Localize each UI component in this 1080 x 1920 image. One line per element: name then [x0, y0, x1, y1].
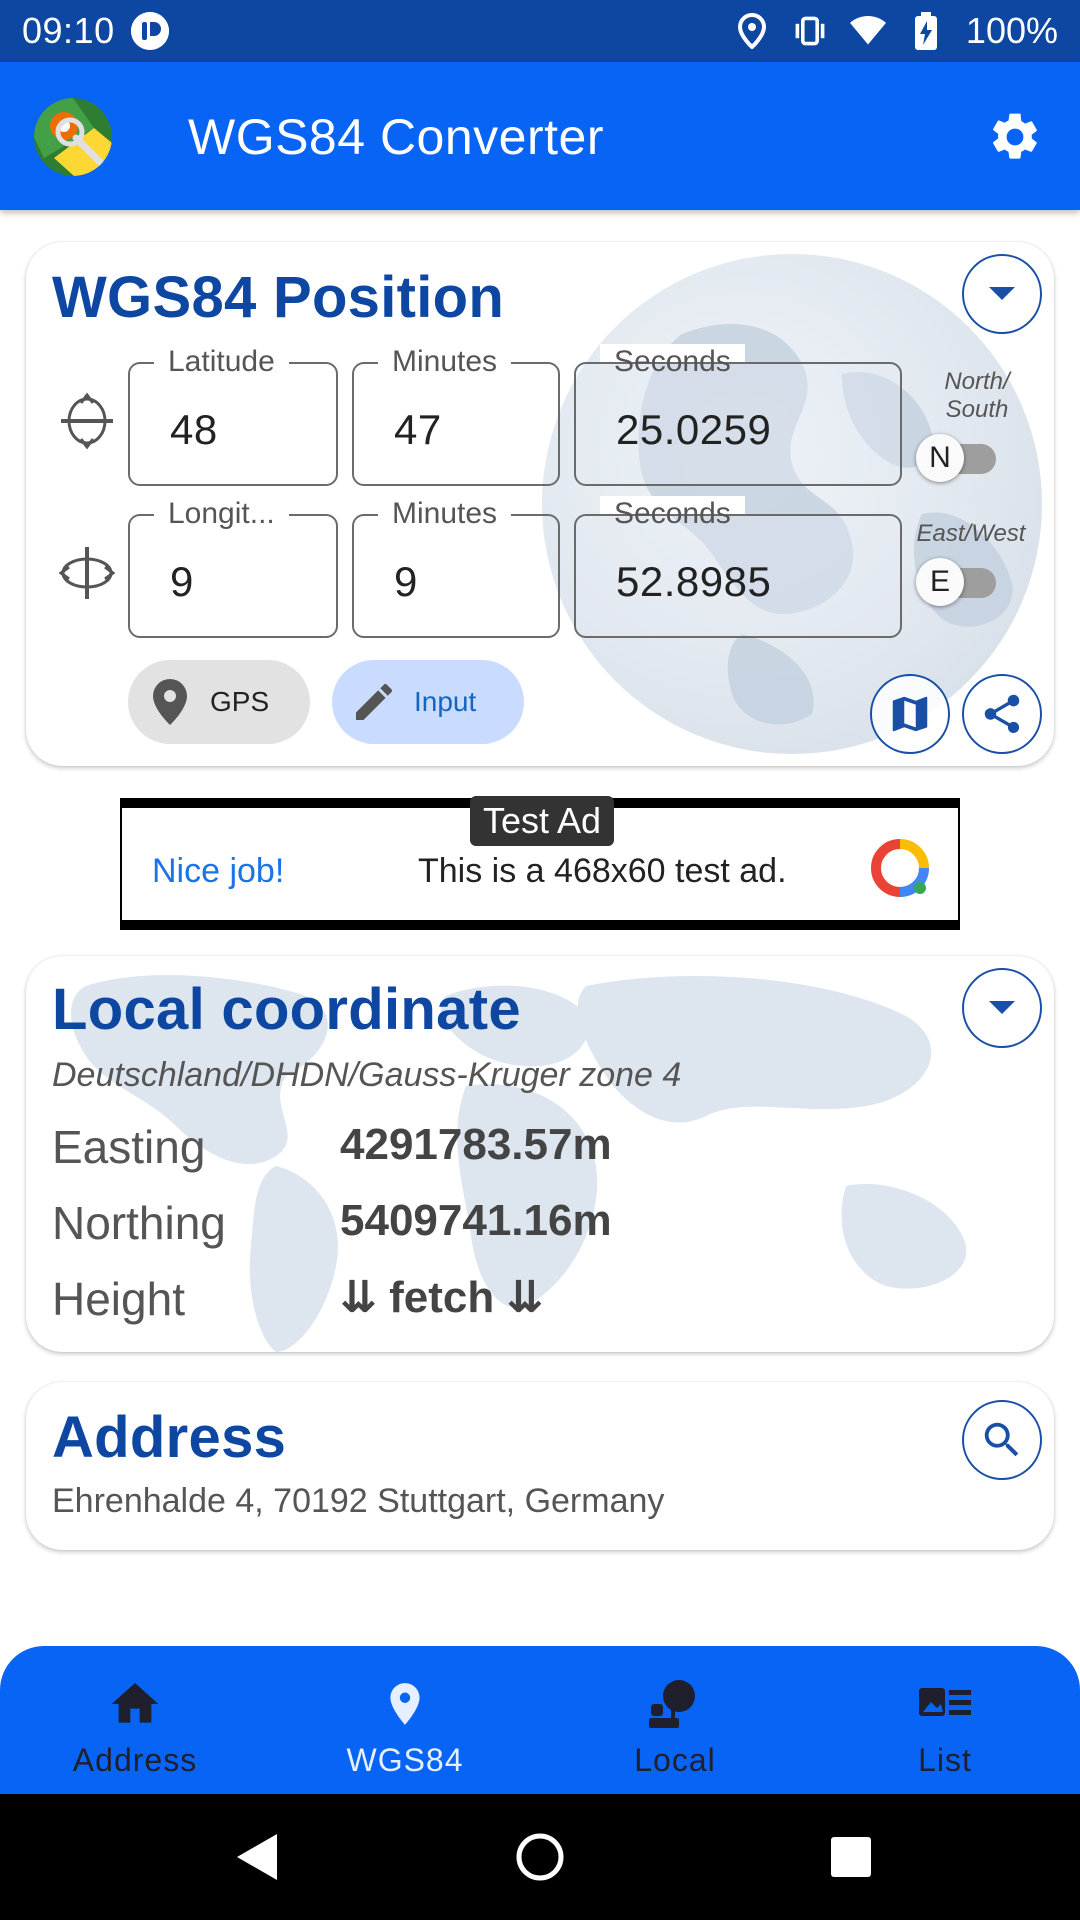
height-fetch-button[interactable]: ⇊ fetch ⇊: [340, 1272, 543, 1323]
latitude-seconds-label: Seconds: [600, 344, 745, 380]
share-icon: [984, 694, 1020, 734]
recents-icon: [831, 1837, 871, 1877]
wgs84-card: WGS84 Position Latitude 48 Minutes 47 Se…: [26, 242, 1054, 766]
nav-list[interactable]: List: [810, 1646, 1080, 1794]
app-logo-icon: [34, 98, 112, 176]
gear-icon: [993, 113, 1037, 159]
longitude-degrees-label: Longit...: [154, 496, 289, 532]
address-card: Address Ehrenhalde 4, 70192 Stuttgart, G…: [26, 1382, 1054, 1550]
location-pin-icon: [146, 678, 194, 726]
nav-local[interactable]: Local: [540, 1646, 810, 1794]
latitude-degrees-label: Latitude: [154, 344, 289, 380]
location-status-icon: [734, 13, 770, 49]
share-button[interactable]: [962, 674, 1042, 754]
local-expand-button[interactable]: [962, 968, 1042, 1048]
app-notification-icon: [130, 12, 169, 50]
test-ad-banner[interactable]: Test Ad Nice job! This is a 468x60 test …: [120, 796, 960, 930]
longitude-minutes-value: 9: [394, 558, 418, 605]
app-title: WGS84 Converter: [188, 109, 604, 165]
ad-logo-icon: [870, 838, 930, 898]
nav-address-label: Address: [72, 1742, 198, 1778]
latitude-minutes-field[interactable]: Minutes 47: [352, 344, 560, 486]
map-icon: [892, 696, 928, 732]
recents-button[interactable]: [818, 1824, 884, 1890]
longitude-minutes-field[interactable]: Minutes 9: [352, 496, 560, 638]
longitude-icon: [56, 542, 118, 604]
wgs84-expand-button[interactable]: [962, 254, 1042, 334]
list-icon: [917, 1676, 973, 1732]
local-coordinate-card: Local coordinate Deutschland/DHDN/Gauss-…: [26, 956, 1054, 1352]
map-button[interactable]: [870, 674, 950, 754]
latitude-minutes-value: 47: [394, 406, 442, 453]
longitude-degrees-value: 9: [170, 558, 194, 605]
nav-wgs84[interactable]: WGS84: [270, 1646, 540, 1794]
settings-button[interactable]: [984, 106, 1046, 168]
north-south-thumb: N: [916, 434, 964, 482]
test-ad-badge: Test Ad: [470, 796, 614, 846]
pencil-icon: [350, 678, 398, 726]
input-chip[interactable]: Input: [332, 660, 524, 744]
address-title: Address: [52, 1405, 287, 1470]
system-navigation-bar: [0, 1794, 1080, 1920]
back-button[interactable]: [224, 1824, 290, 1890]
north-south-label: North/ South: [944, 368, 1010, 423]
northing-value: 5409741.16m: [340, 1196, 612, 1245]
east-west-label: East/West: [916, 520, 1026, 547]
longitude-seconds-label: Seconds: [600, 496, 745, 532]
bottom-navigation: Address WGS84 Local List: [0, 1646, 1080, 1794]
dropdown-arrow-icon: [989, 1001, 1015, 1014]
height-label: Height: [52, 1273, 185, 1325]
battery-percent: 100%: [965, 10, 1058, 51]
easting-value: 4291783.57m: [340, 1120, 612, 1169]
easting-label: Easting: [52, 1121, 206, 1173]
gps-chip[interactable]: GPS: [128, 660, 310, 744]
nav-wgs84-label: WGS84: [346, 1742, 464, 1778]
longitude-degrees-field[interactable]: Longit... 9: [128, 496, 338, 638]
latitude-seconds-field[interactable]: Seconds 25.0259: [574, 344, 902, 486]
north-south-toggle[interactable]: N: [916, 434, 1000, 482]
status-time: 09:10: [22, 10, 115, 51]
address-search-button[interactable]: [962, 1400, 1042, 1480]
app-bar: WGS84 Converter: [0, 62, 1080, 210]
latitude-minutes-label: Minutes: [378, 344, 512, 380]
dropdown-arrow-icon: [989, 287, 1015, 300]
ad-body: This is a 468x60 test ad.: [418, 852, 787, 890]
latitude-degrees-value: 48: [170, 406, 218, 453]
home-circle-icon: [516, 1833, 564, 1881]
home-icon: [107, 1676, 163, 1732]
local-system-name: Deutschland/DHDN/Gauss-Kruger zone 4: [52, 1056, 682, 1094]
northing-label: Northing: [52, 1197, 226, 1249]
gps-chip-label: GPS: [210, 686, 270, 717]
longitude-seconds-value: 52.8985: [616, 558, 772, 605]
local-title: Local coordinate: [52, 977, 521, 1042]
ad-headline: Nice job!: [152, 852, 285, 890]
east-west-toggle[interactable]: E: [916, 558, 1000, 606]
location-pin-icon: [377, 1676, 433, 1732]
longitude-minutes-label: Minutes: [378, 496, 512, 532]
east-west-thumb: E: [916, 558, 964, 606]
back-icon: [237, 1834, 277, 1880]
vibrate-icon: [792, 13, 828, 49]
latitude-degrees-field[interactable]: Latitude 48: [128, 344, 338, 486]
globe-stand-icon: [647, 1676, 703, 1732]
latitude-icon: [56, 390, 118, 452]
wifi-icon: [849, 13, 886, 49]
nav-address[interactable]: Address: [0, 1646, 270, 1794]
home-button[interactable]: [507, 1824, 573, 1890]
longitude-seconds-field[interactable]: Seconds 52.8985: [574, 496, 902, 638]
nav-local-label: Local: [634, 1742, 716, 1778]
status-bar: 09:10 100%: [0, 0, 1080, 62]
address-value: Ehrenhalde 4, 70192 Stuttgart, Germany: [52, 1482, 665, 1520]
wgs84-title: WGS84 Position: [52, 265, 505, 330]
battery-charging-icon: [908, 12, 944, 50]
search-icon: [984, 1422, 1019, 1457]
nav-list-label: List: [918, 1742, 972, 1778]
input-chip-label: Input: [414, 686, 477, 717]
latitude-seconds-value: 25.0259: [616, 406, 772, 453]
